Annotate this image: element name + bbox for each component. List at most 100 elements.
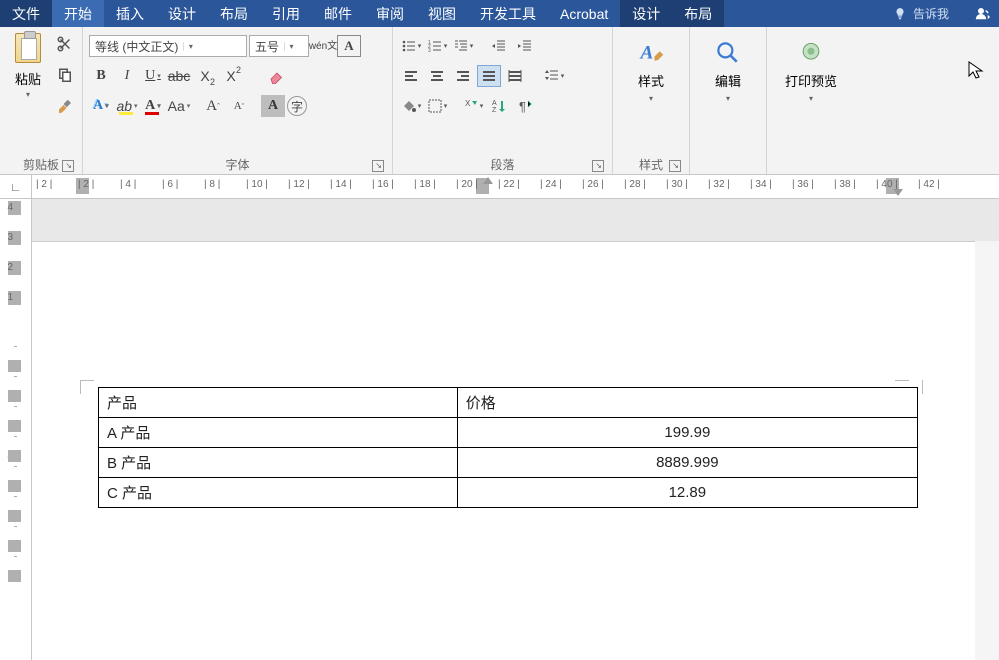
- strikethrough-button[interactable]: abc: [167, 65, 191, 87]
- table-cell[interactable]: 8889.999: [457, 448, 917, 478]
- table-cell[interactable]: 199.99: [457, 418, 917, 448]
- copy-button[interactable]: [54, 65, 76, 87]
- styles-dialog-launcher[interactable]: ↘: [669, 160, 681, 172]
- grow-font-button[interactable]: Aˆ: [201, 95, 225, 117]
- share-button[interactable]: [963, 0, 999, 27]
- document-canvas[interactable]: 产品价格 A 产品199.99 B 产品8889.999 C 产品12.89: [32, 199, 999, 660]
- character-border-button[interactable]: A: [337, 35, 361, 57]
- clipboard-icon: [15, 33, 41, 63]
- table-cell[interactable]: A 产品: [99, 418, 458, 448]
- ruler-tick: | 26 |: [582, 179, 604, 190]
- tab-review[interactable]: 审阅: [364, 0, 416, 27]
- ruler-tick: | 38 |: [834, 179, 856, 190]
- superscript-button[interactable]: X2: [219, 65, 243, 87]
- cut-button[interactable]: [54, 33, 76, 55]
- document-table[interactable]: 产品价格 A 产品199.99 B 产品8889.999 C 产品12.89: [98, 387, 918, 508]
- lightbulb-icon: [893, 7, 907, 21]
- font-size-combo[interactable]: 五号▾: [249, 35, 309, 57]
- subscript-button[interactable]: X2: [193, 65, 217, 87]
- edit-label: 编辑: [715, 71, 741, 90]
- underline-button[interactable]: U: [141, 65, 165, 87]
- paste-dropdown-icon[interactable]: ▾: [26, 90, 30, 99]
- tab-references[interactable]: 引用: [260, 0, 312, 27]
- align-center-button[interactable]: [425, 65, 449, 87]
- bold-button[interactable]: B: [89, 65, 113, 87]
- tab-developer[interactable]: 开发工具: [468, 0, 548, 27]
- ruler-tick: | 34 |: [750, 179, 772, 190]
- table-cell[interactable]: 产品: [99, 388, 458, 418]
- vertical-ruler[interactable]: 432112345678: [0, 199, 32, 660]
- ruler-tick: | 36 |: [792, 179, 814, 190]
- paste-button[interactable]: 粘贴 ▾: [6, 31, 50, 127]
- print-preview-button[interactable]: 打印预览 ▾: [773, 31, 849, 103]
- right-indent-marker[interactable]: [893, 189, 903, 196]
- tab-design[interactable]: 设计: [156, 0, 208, 27]
- edit-button[interactable]: 编辑 ▾: [696, 31, 760, 103]
- tell-me[interactable]: 告诉我: [879, 0, 963, 27]
- table-cell[interactable]: 价格: [457, 388, 917, 418]
- tab-view[interactable]: 视图: [416, 0, 468, 27]
- tab-file[interactable]: 文件: [0, 0, 52, 27]
- tab-selector[interactable]: ∟: [0, 175, 32, 198]
- tab-table-layout[interactable]: 布局: [672, 0, 724, 27]
- show-marks-button[interactable]: ¶: [513, 95, 537, 117]
- svg-text:A: A: [492, 100, 497, 107]
- tab-acrobat[interactable]: Acrobat: [548, 0, 620, 27]
- font-dialog-launcher[interactable]: ↘: [372, 160, 384, 172]
- tab-layout[interactable]: 布局: [208, 0, 260, 27]
- tab-insert[interactable]: 插入: [104, 0, 156, 27]
- font-name-combo[interactable]: 等线 (中文正文)▾: [89, 35, 247, 57]
- format-painter-button[interactable]: [54, 97, 76, 119]
- ruler-row: ∟ | 2 || 2 || 4 || 6 || 8 || 10 || 12 ||…: [0, 175, 999, 199]
- border-icon: [427, 98, 443, 114]
- table-row: C 产品12.89: [99, 478, 918, 508]
- shading-button[interactable]: ▾: [399, 95, 423, 117]
- ruler-tick: | 12 |: [288, 179, 310, 190]
- enclose-char-button[interactable]: 字: [287, 96, 307, 116]
- align-right-button[interactable]: [451, 65, 475, 87]
- svg-text:¶: ¶: [519, 99, 526, 114]
- first-line-indent-marker[interactable]: [483, 177, 493, 184]
- table-cell[interactable]: B 产品: [99, 448, 458, 478]
- change-case-button[interactable]: Aa: [167, 95, 191, 117]
- tab-table-design[interactable]: 设计: [620, 0, 672, 27]
- line-spacing-button[interactable]: ▾: [539, 65, 569, 87]
- find-icon: [714, 39, 742, 67]
- menu-bar: 文件 开始 插入 设计 布局 引用 邮件 审阅 视图 开发工具 Acrobat …: [0, 0, 999, 27]
- clipboard-dialog-launcher[interactable]: ↘: [62, 160, 74, 172]
- sort-button[interactable]: AZ: [487, 95, 511, 117]
- text-effects-button[interactable]: A: [89, 95, 113, 117]
- clear-formatting-button[interactable]: [265, 65, 289, 87]
- paste-label: 粘贴: [15, 69, 41, 88]
- borders-button[interactable]: ▾: [425, 95, 449, 117]
- char-shading-button[interactable]: A: [261, 95, 285, 117]
- table-cell[interactable]: C 产品: [99, 478, 458, 508]
- table-cell[interactable]: 12.89: [457, 478, 917, 508]
- decrease-indent-button[interactable]: [487, 35, 511, 57]
- tab-home[interactable]: 开始: [52, 0, 104, 27]
- phonetic-guide-button[interactable]: wén文: [311, 35, 335, 57]
- multilevel-list-button[interactable]: ▾: [451, 35, 475, 57]
- clipboard-group-label: 剪贴板: [23, 158, 59, 172]
- distributed-button[interactable]: [503, 65, 527, 87]
- font-color-button[interactable]: A: [141, 95, 165, 117]
- align-justify-button[interactable]: [477, 65, 501, 87]
- italic-button[interactable]: I: [115, 65, 139, 87]
- horizontal-ruler[interactable]: | 2 || 2 || 4 || 6 || 8 || 10 || 12 || 1…: [32, 175, 999, 198]
- highlight-button[interactable]: ab: [115, 95, 139, 117]
- ribbon: 粘贴 ▾ 剪贴板↘ 等线 (中文正文)▾ 五号▾ wén文 A B: [0, 27, 999, 175]
- numbering-button[interactable]: 123▾: [425, 35, 449, 57]
- ruler-tick: | 8 |: [204, 179, 220, 190]
- tab-mailings[interactable]: 邮件: [312, 0, 364, 27]
- font-name-value: 等线 (中文正文): [90, 38, 183, 55]
- shrink-font-button[interactable]: Aˇ: [227, 95, 251, 117]
- styles-button[interactable]: A 样式 ▾: [619, 31, 683, 103]
- paragraph-dialog-launcher[interactable]: ↘: [592, 160, 604, 172]
- increase-indent-button[interactable]: [513, 35, 537, 57]
- vruler-tick: 2: [1, 262, 13, 273]
- share-icon: [972, 5, 990, 23]
- align-left-button[interactable]: [399, 65, 423, 87]
- group-styles: A 样式 ▾ 样式↘: [613, 27, 690, 174]
- text-direction-button[interactable]: X▾: [461, 95, 485, 117]
- bullets-button[interactable]: ▾: [399, 35, 423, 57]
